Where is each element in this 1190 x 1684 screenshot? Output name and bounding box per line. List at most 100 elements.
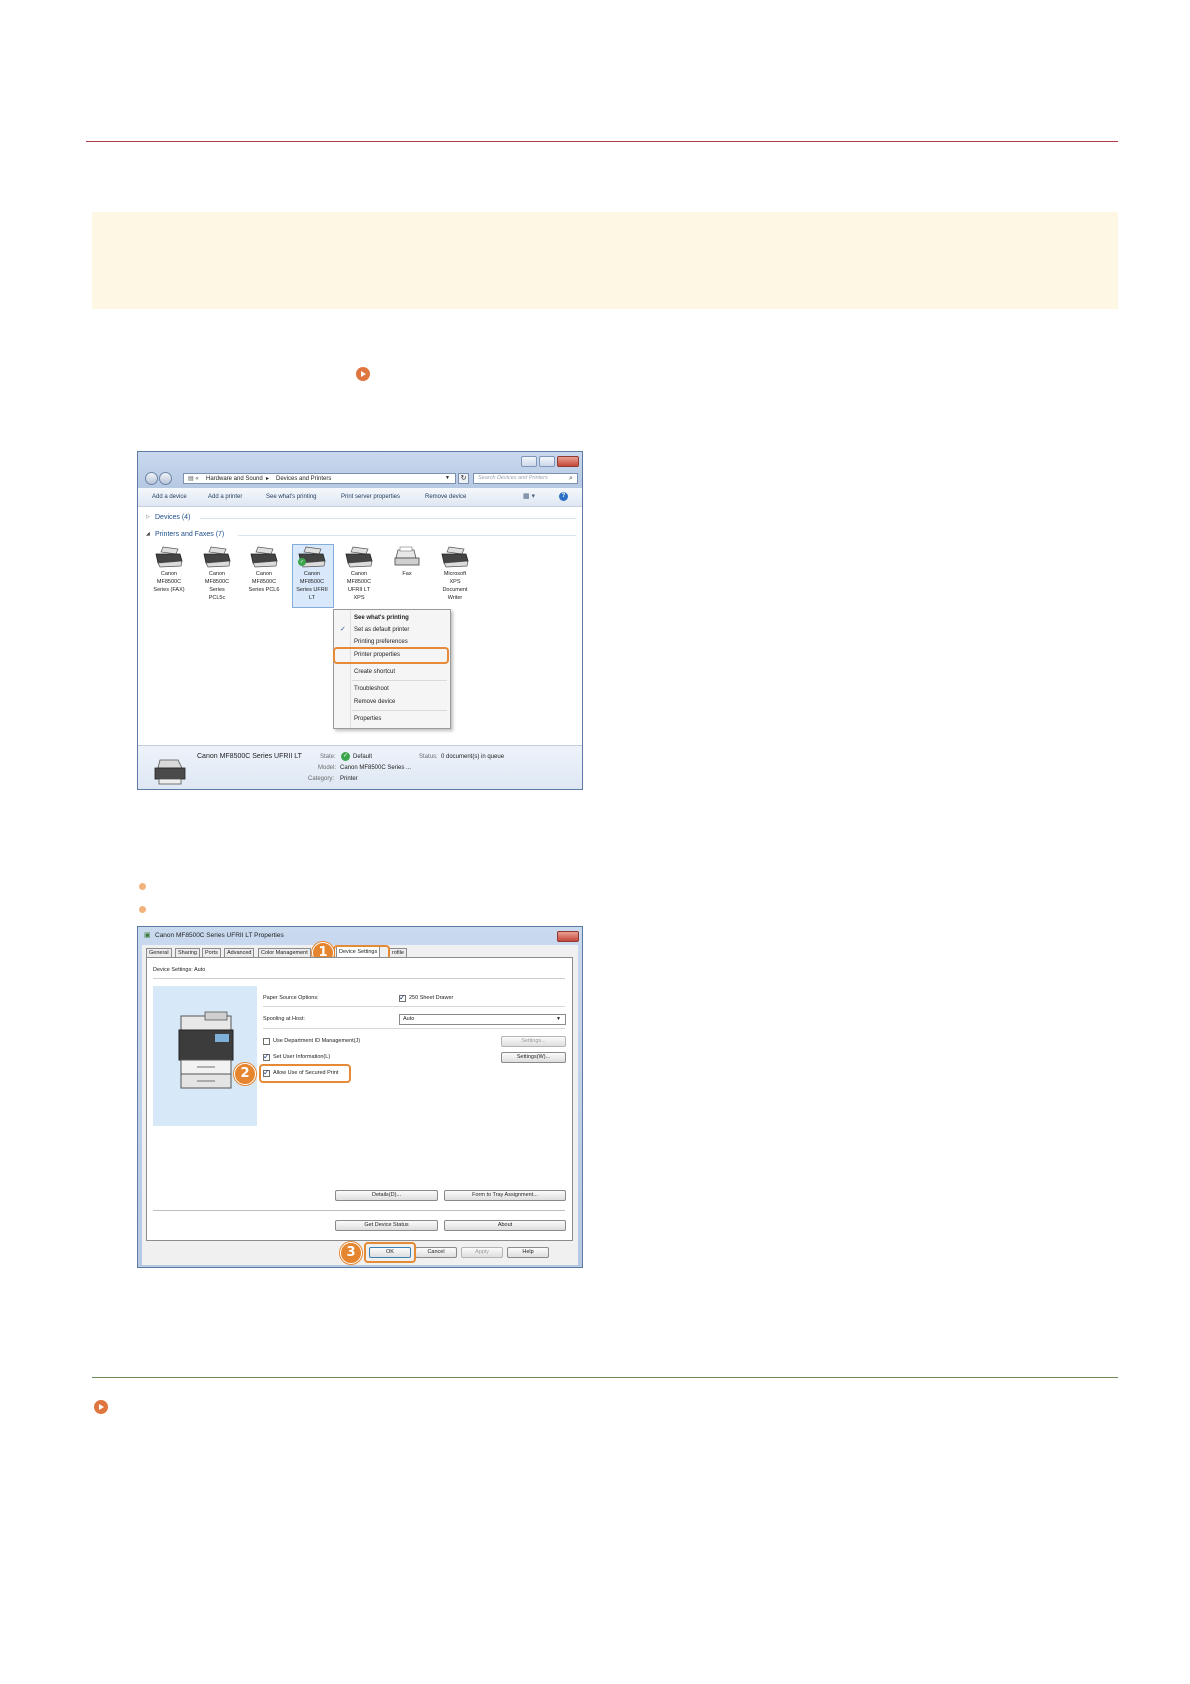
tab-general[interactable]: General [146,948,172,957]
back-button[interactable] [145,472,158,485]
add-printer-button[interactable]: Add a printer [208,494,242,500]
details-button[interactable]: Details(D)... [335,1190,438,1201]
printer-item[interactable]: Canon MF8500C UFRII LT XPS Canon MF8500C UFR… [337,546,381,608]
context-menu: See what's printing ✓ Set as default pri… [333,609,451,729]
user-info-checkbox[interactable] [263,1052,270,1061]
section-divider [153,978,565,979]
paper-source-checkbox[interactable] [399,993,406,1002]
print-server-button[interactable]: Print server properties [341,494,400,500]
printer-item[interactable]: Fax Fax [385,546,429,608]
printer-label-line: Series [209,587,225,593]
form-to-tray-button[interactable]: Form to Tray Assignment... [444,1190,566,1201]
printer-label-line: MF8500C [299,579,325,585]
cancel-button[interactable]: Cancel [415,1247,457,1258]
section-rule-top [86,141,1118,142]
printer-properties-window: ▣ Canon MF8500C Series UFRII LT Properti… [137,926,583,1268]
printer-label: Canon MF8500C Series (FAX) [147,546,148,547]
note-box [92,212,1118,309]
row-divider [263,1006,565,1007]
settings-button[interactable]: Settings... [501,1036,566,1047]
link-arrow-icon[interactable] [94,1400,108,1414]
tab-profile[interactable]: rofile [389,948,407,957]
devices-group-header[interactable]: Devices (4) [155,514,190,521]
printer-item[interactable]: Canon MF8500C Series (FAX) Canon MF8500C Se… [147,546,191,608]
menu-remove-device[interactable]: Remove device [354,699,395,705]
printer-item[interactable]: ✓ Canon MF8500C Series UFRII LT Canon MF8500C… [290,546,334,608]
printer-item[interactable]: Canon MF8500C Series PCL6 Canon MF8500C Ser… [242,546,286,608]
panel-divider [153,1210,565,1211]
callout-number-2: 2 [234,1063,256,1085]
command-bar: Add a device Add a printer See what's pr… [138,488,582,507]
maximize-button[interactable] [539,456,555,467]
printer-label-line: Canon [160,571,178,577]
close-button[interactable] [557,931,579,942]
section-rule-bottom [92,1377,1118,1378]
expand-icon[interactable]: ▷ [146,515,150,520]
menu-gutter [350,610,351,728]
link-arrow-icon[interactable] [356,367,370,381]
search-input[interactable]: Search Devices and Printers ⌕ [473,473,578,484]
collapse-icon[interactable]: ◢ [146,532,150,537]
printer-label-line: UFRII LT [348,587,370,593]
apply-button[interactable]: Apply [461,1247,503,1258]
spooling-select[interactable]: Auto ▼ [399,1014,566,1025]
ok-callout [364,1242,416,1263]
printer-label-line: LT [308,595,315,601]
menu-separator [352,680,447,681]
printer-device-image [178,1011,234,1089]
printer-item[interactable]: Canon MF8500C Series PCL5c Canon MF8500C Ser… [195,546,239,608]
settings-w-button[interactable]: Settings(W)... [501,1052,566,1063]
close-button[interactable] [557,456,579,467]
search-icon: ⌕ [569,475,573,482]
printer-item[interactable]: Microsoft XPS Document Writer Microsoft XPS … [433,546,477,608]
menu-see-printing[interactable]: See what's printing [354,615,409,621]
printer-label-line: Canon [350,571,368,577]
menu-set-default[interactable]: Set as default printer [354,627,409,633]
refresh-button[interactable]: ↻ [458,473,469,484]
minimize-button[interactable] [521,456,537,467]
dialog-body: General Sharing Ports Advanced Color Man… [142,942,578,1265]
printer-label: Microsoft XPS Document Writer [433,546,434,547]
breadcrumb-hardware[interactable]: Hardware and Sound [206,476,263,482]
remove-device-button[interactable]: Remove device [425,494,466,500]
printer-label-line: Document [442,587,468,593]
callout-number-3: 3 [340,1242,362,1264]
printer-label-line: Microsoft [443,571,467,577]
address-bar[interactable]: ▤ « Hardware and Sound ▸ Devices and Pri… [183,473,456,484]
menu-printing-preferences[interactable]: Printing preferences [354,639,408,645]
dept-id-label: Use Department ID Management(J) [273,1038,361,1044]
dept-id-checkbox[interactable] [263,1038,270,1045]
add-device-button[interactable]: Add a device [152,494,187,500]
help-icon[interactable]: ? [559,492,568,501]
printer-label-line: PCL5c [208,595,226,601]
printer-label-line: Canon [208,571,226,577]
menu-troubleshoot[interactable]: Troubleshoot [354,686,389,692]
menu-properties[interactable]: Properties [354,716,381,722]
menu-create-shortcut[interactable]: Create shortcut [354,669,395,675]
printer-label-line: Series (FAX) [153,587,185,593]
see-printing-button[interactable]: See what's printing [266,494,317,500]
printer-icon [345,546,373,568]
dropdown-icon[interactable]: ▼ [445,476,450,481]
get-device-status-button[interactable]: Get Device Status [335,1220,438,1231]
tab-advanced[interactable]: Advanced [224,948,255,957]
printer-label-line: Fax [402,571,412,577]
printers-group-header[interactable]: Printers and Faxes (7) [155,531,224,538]
tab-color-management[interactable]: Color Management [258,948,311,957]
tab-ports[interactable]: Ports [202,948,221,957]
tab-sharing[interactable]: Sharing [175,948,200,957]
forward-button[interactable] [159,472,172,485]
about-button[interactable]: About [444,1220,566,1231]
printer-label: Canon MF8500C Series PCL5c [195,546,196,547]
paper-source-value: 250 Sheet Drawer [409,995,454,1001]
help-button[interactable]: Help [507,1247,549,1258]
printer-image-panel [153,986,257,1126]
printer-label-line: Series PCL6 [248,587,280,593]
spooling-label: Spooling at Host: [263,1016,305,1022]
printer-icon [203,546,231,568]
dialog-title: Canon MF8500C Series UFRII LT Properties [155,932,284,939]
view-icon[interactable]: ▦ ▾ [523,493,535,500]
dropdown-arrow-icon: ▼ [556,1016,561,1022]
printer-label: Canon MF8500C Series UFRII LT [290,546,291,547]
breadcrumb-devices[interactable]: Devices and Printers [276,476,331,482]
